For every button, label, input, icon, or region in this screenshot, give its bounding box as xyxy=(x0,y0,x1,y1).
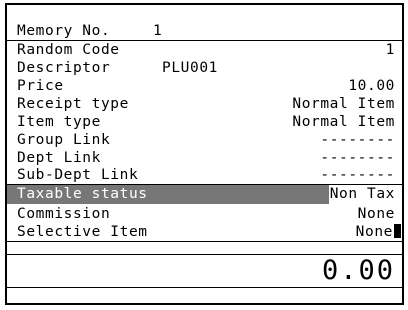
dept-link-value: -------- xyxy=(320,150,395,166)
dept-link-label: Dept Link xyxy=(17,150,101,166)
price-label: Price xyxy=(17,78,64,94)
memory-number-row: Memory No. 1 xyxy=(7,23,402,41)
group-link-label: Group Link xyxy=(17,132,111,148)
taxable-status-value: Non Tax xyxy=(329,186,395,202)
selective-item-label: Selective Item xyxy=(17,224,148,240)
field-group-link[interactable]: Group Link -------- xyxy=(7,131,402,149)
random-code-label: Random Code xyxy=(17,42,120,58)
taxable-status-label: Taxable status xyxy=(17,186,148,202)
field-random-code[interactable]: Random Code 1 xyxy=(7,41,402,59)
memory-number-value: 1 xyxy=(153,23,163,39)
memory-number-label: Memory No. xyxy=(17,23,111,39)
selective-item-value-wrap: None xyxy=(356,223,401,241)
group-link-value: -------- xyxy=(320,132,395,148)
separator-line xyxy=(7,241,402,242)
field-dept-link[interactable]: Dept Link -------- xyxy=(7,149,402,167)
total-display: 0.00 xyxy=(321,255,395,286)
field-descriptor[interactable]: Descriptor PLU001 xyxy=(7,59,402,77)
field-item-type[interactable]: Item type Normal Item xyxy=(7,113,402,131)
text-cursor xyxy=(394,224,401,238)
field-receipt-type[interactable]: Receipt type Normal Item xyxy=(7,95,402,113)
commission-value: None xyxy=(357,206,395,222)
plu-programming-screen: Memory No. 1 Random Code 1 Descriptor PL… xyxy=(5,3,404,305)
subdept-link-label: Sub-Dept Link xyxy=(17,167,139,183)
item-type-label: Item type xyxy=(17,114,101,130)
field-taxable-status[interactable]: Taxable status Non Tax xyxy=(7,185,402,204)
price-value: 10.00 xyxy=(348,78,395,94)
field-price[interactable]: Price 10.00 xyxy=(7,77,402,95)
selective-item-value: None xyxy=(355,224,393,240)
item-type-value: Normal Item xyxy=(292,114,395,130)
descriptor-label: Descriptor xyxy=(17,60,111,76)
total-underline xyxy=(7,287,402,288)
subdept-link-value: -------- xyxy=(320,167,395,183)
random-code-value: 1 xyxy=(385,42,395,58)
field-commission[interactable]: Commission None xyxy=(7,205,402,223)
descriptor-value: PLU001 xyxy=(162,60,218,76)
commission-label: Commission xyxy=(17,206,111,222)
field-subdept-link[interactable]: Sub-Dept Link -------- xyxy=(7,167,402,185)
receipt-type-value: Normal Item xyxy=(292,96,395,112)
receipt-type-label: Receipt type xyxy=(17,96,129,112)
field-selective-item[interactable]: Selective Item None xyxy=(7,223,402,241)
